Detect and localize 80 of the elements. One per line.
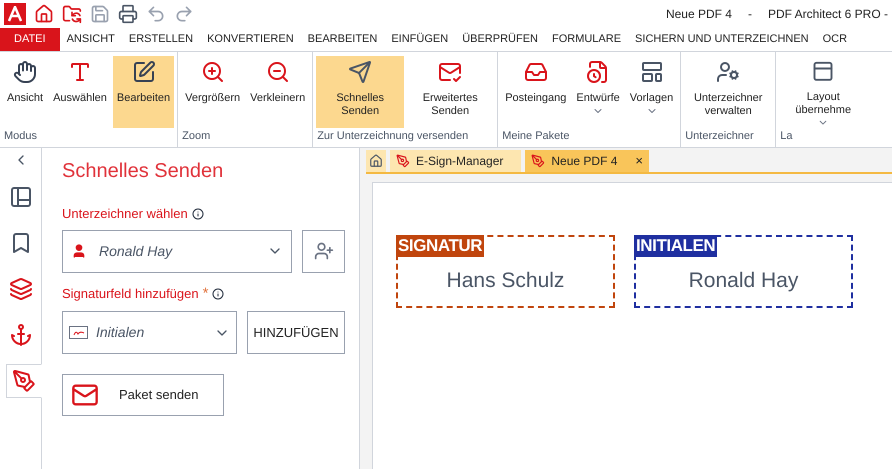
mail-check-icon <box>438 60 462 84</box>
initials-icon <box>69 326 88 339</box>
edit-icon <box>132 60 156 84</box>
menu-tab[interactable]: ANSICHT <box>60 28 122 51</box>
group-label: Unterzeichner <box>684 129 755 144</box>
signer-name: Hans Schulz <box>446 268 564 294</box>
folder-icon[interactable] <box>62 4 82 24</box>
field-label: Signaturfeld hinzufügen <box>62 285 199 303</box>
title-separator: - <box>746 6 753 23</box>
info-icon[interactable] <box>192 208 204 220</box>
ribbon-button[interactable]: Vergrößern <box>181 56 244 128</box>
save-icon[interactable] <box>90 4 110 24</box>
signature-field[interactable]: SIGNATUR Hans Schulz <box>396 235 615 308</box>
ribbon-button[interactable]: Posteingang <box>501 56 570 128</box>
group-label: Zoom <box>181 129 212 144</box>
ribbon-button[interactable]: Verkleinern <box>246 56 310 128</box>
send-package-button[interactable]: Paket senden <box>62 374 224 416</box>
redo-icon[interactable] <box>174 4 194 24</box>
field-tag: SIGNATUR <box>396 235 484 257</box>
signer-dropdown[interactable]: Ronald Hay <box>62 230 292 272</box>
menu-tab[interactable]: KONVERTIEREN <box>200 28 301 51</box>
hand-icon <box>13 60 38 84</box>
field-tag: INITIALEN <box>634 235 718 257</box>
template-icon <box>640 60 664 84</box>
menu-tab[interactable]: ERSTELLEN <box>122 28 200 51</box>
ribbon-button[interactable]: Schnelles Senden <box>316 56 404 128</box>
ribbon-button[interactable]: Unterzeichner verwalten <box>684 56 772 128</box>
ribbon-button[interactable]: Auswählen <box>49 56 111 128</box>
document-title: Neue PDF 4 <box>666 6 732 23</box>
user-gear-icon <box>716 60 740 84</box>
panel-title: Schnelles Senden <box>62 159 224 184</box>
group-label: Modus <box>3 129 38 144</box>
required-mark: * <box>202 284 208 304</box>
add-button[interactable]: HINZUFÜGEN <box>247 311 345 354</box>
pen-icon <box>396 154 410 168</box>
group-label: La <box>779 129 794 144</box>
ribbon-button[interactable]: Layout übernehme <box>779 56 868 128</box>
panels-icon[interactable] <box>8 185 32 209</box>
person-icon <box>71 243 87 259</box>
pen-icon[interactable] <box>12 369 36 393</box>
document-tab[interactable]: E-Sign-Manager <box>390 150 522 172</box>
ribbon-button[interactable]: Erweitertes Senden <box>406 56 494 128</box>
menu-tab[interactable]: DATEI <box>0 28 60 51</box>
ribbon-button[interactable]: Ansicht <box>3 56 48 128</box>
inbox-icon <box>524 60 548 84</box>
document-tab[interactable]: Neue PDF 4 × <box>525 150 649 172</box>
menu-tab[interactable]: OCR <box>816 28 854 51</box>
add-signer-button[interactable] <box>302 230 345 272</box>
app-logo <box>4 3 26 25</box>
layout-icon <box>811 60 836 83</box>
group-label: Meine Pakete <box>501 129 570 144</box>
signer-label: Unterzeichner wählen <box>62 205 188 223</box>
side-tab[interactable] <box>6 364 42 398</box>
signature-field[interactable]: INITIALEN Ronald Hay <box>634 235 853 308</box>
signer-name: Ronald Hay <box>688 268 798 294</box>
menu-tab[interactable]: SICHERN UND UNTERZEICHNEN <box>628 28 816 51</box>
home-tab[interactable] <box>366 150 386 172</box>
ribbon-button[interactable]: Vorlagen <box>626 56 678 128</box>
app-title: PDF Architect 6 PRO - <box>768 6 888 23</box>
menu-tab[interactable]: ÜBERPRÜFEN <box>455 28 545 51</box>
menu-tab[interactable]: FORMULARE <box>544 28 628 51</box>
pen-icon <box>531 154 546 168</box>
info-icon[interactable] <box>212 288 224 300</box>
zoom-in-icon <box>200 60 225 84</box>
zoom-out-icon <box>266 60 290 84</box>
add-person-icon <box>314 241 334 261</box>
menu-tab[interactable]: BEARBEITEN <box>300 28 384 51</box>
ribbon-button[interactable]: Bearbeiten <box>112 56 174 128</box>
menu-tab[interactable]: EINFÜGEN <box>384 28 456 51</box>
home-icon <box>369 154 383 168</box>
group-label: Zur Unterzeichnung versenden <box>316 129 470 144</box>
send-mail-icon <box>348 60 372 84</box>
field-type-dropdown[interactable]: Initialen <box>62 311 237 354</box>
close-tab[interactable]: × <box>635 151 643 171</box>
undo-icon[interactable] <box>146 4 166 24</box>
print-icon[interactable] <box>118 4 138 24</box>
home-icon[interactable] <box>34 4 54 24</box>
anchor-icon[interactable] <box>8 323 32 347</box>
ribbon-button[interactable]: Entwürfe <box>572 56 624 128</box>
layers-icon[interactable] <box>8 277 32 301</box>
